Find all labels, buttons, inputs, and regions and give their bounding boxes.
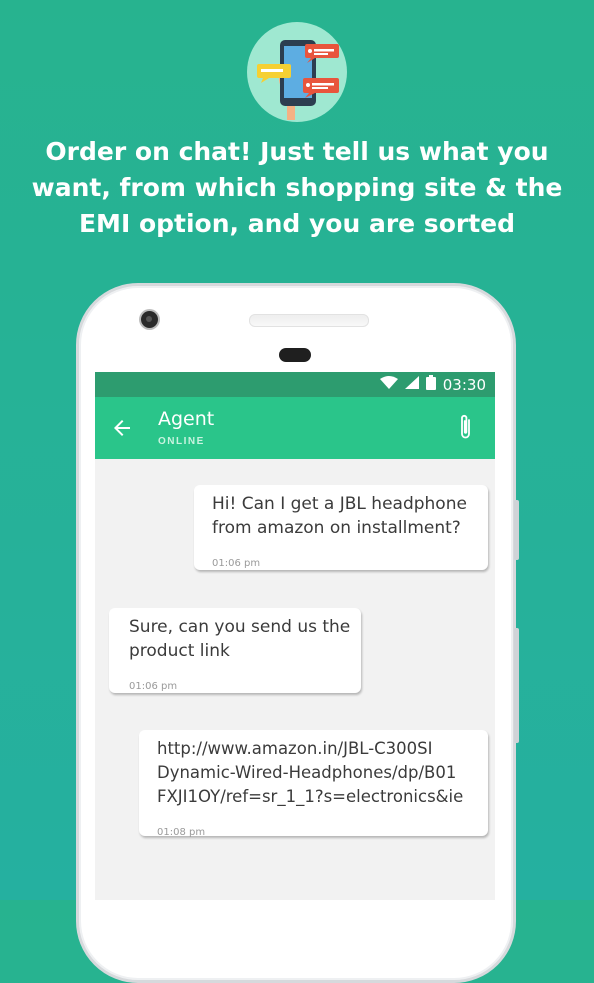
message-timestamp: 01:06 pm xyxy=(212,558,261,569)
volume-button xyxy=(514,628,519,743)
speaker-grill xyxy=(249,314,369,327)
message-text-line: Dynamic-Wired-Headphones/dp/B01 xyxy=(157,763,457,782)
paperclip-icon[interactable] xyxy=(457,413,475,443)
message-text-line: FXJI1OY/ref=sr_1_1?s=electronics&ie xyxy=(157,787,464,806)
phone-screen: 03:30 Agent ONLINE Hi! Can I get a JBL h… xyxy=(95,372,495,900)
message-timestamp: 01:08 pm xyxy=(157,827,206,838)
message-bubble-incoming: Sure, can you send us the product link 0… xyxy=(109,608,361,693)
message-text-line: product link xyxy=(129,641,230,661)
message-bubble-outgoing-link: http://www.amazon.in/JBL-C300SI Dynamic-… xyxy=(139,730,488,838)
chat-status: ONLINE xyxy=(158,436,205,447)
status-time: 03:30 xyxy=(442,375,486,394)
headline: Order on chat! Just tell us what you wan… xyxy=(20,134,574,242)
chat-header: Agent ONLINE xyxy=(95,397,495,459)
headline-line-2: want, from which shopping site & the xyxy=(31,173,563,202)
message-text-line: http://www.amazon.in/JBL-C300SI xyxy=(157,739,433,758)
wifi-icon xyxy=(379,375,398,394)
message-bubble-outgoing: Hi! Can I get a JBL headphone from amazo… xyxy=(194,485,488,570)
message-text-line: Sure, can you send us the xyxy=(129,617,351,637)
message-text-line: Hi! Can I get a JBL headphone xyxy=(212,494,467,514)
headline-line-3: EMI option, and you are sorted xyxy=(78,209,515,238)
status-bar: 03:30 xyxy=(95,372,495,397)
signal-icon xyxy=(404,375,419,394)
front-camera xyxy=(141,311,158,328)
message-text-line: from amazon on installment? xyxy=(212,518,461,538)
headline-line-1: Order on chat! Just tell us what you xyxy=(45,137,549,166)
message-timestamp: 01:06 pm xyxy=(129,681,178,692)
back-arrow-icon[interactable] xyxy=(110,416,134,440)
chat-title: Agent xyxy=(158,408,215,430)
power-button xyxy=(514,500,519,560)
battery-icon xyxy=(425,374,436,395)
chat-illustration-icon xyxy=(247,22,347,122)
proximity-sensor xyxy=(279,348,311,362)
